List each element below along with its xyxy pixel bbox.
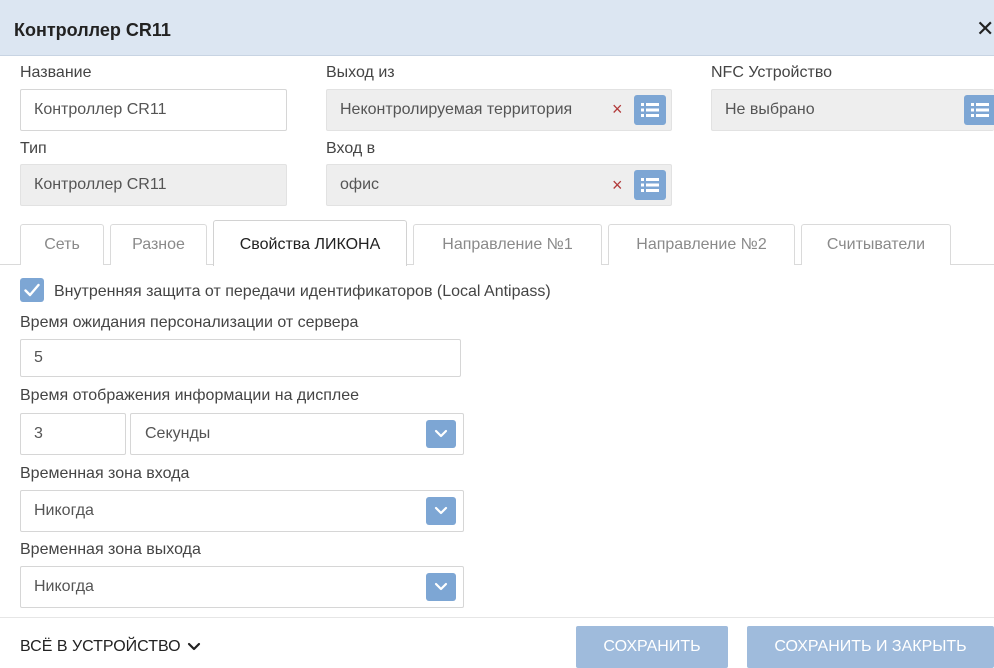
name-label: Название bbox=[20, 64, 92, 81]
tab-network[interactable]: Сеть bbox=[20, 224, 104, 265]
entry-time-zone-label: Временная зона входа bbox=[20, 465, 190, 482]
nfc-field[interactable]: Не выбрано bbox=[711, 89, 994, 131]
tab-misc[interactable]: Разное bbox=[110, 224, 207, 265]
save-and-close-button[interactable]: СОХРАНИТЬ И ЗАКРЫТЬ bbox=[747, 626, 994, 668]
type-field: Контроллер CR11 bbox=[20, 164, 287, 206]
personalization-wait-label: Время ожидания персонализации от сервера bbox=[20, 314, 359, 331]
name-input[interactable]: Контроллер CR11 bbox=[20, 89, 287, 131]
close-icon[interactable]: ✕ bbox=[976, 18, 994, 40]
display-time-unit-select[interactable]: Секунды bbox=[130, 413, 464, 455]
chevron-down-icon[interactable] bbox=[426, 573, 456, 601]
chevron-down-icon[interactable] bbox=[426, 497, 456, 525]
dialog-title: Контроллер CR11 bbox=[14, 20, 171, 40]
type-label: Тип bbox=[20, 140, 47, 157]
tab-readers[interactable]: Считыватели bbox=[801, 224, 951, 265]
display-time-label: Время отображения информации на дисплее bbox=[20, 387, 359, 404]
clear-exit-from-icon[interactable]: × bbox=[612, 100, 623, 118]
exit-time-zone-label: Временная зона выхода bbox=[20, 541, 201, 558]
tab-direction-2[interactable]: Направление №2 bbox=[608, 224, 795, 265]
local-antipass-label: Внутренняя защита от передачи идентифика… bbox=[54, 283, 551, 300]
entry-time-zone-select[interactable]: Никогда bbox=[20, 490, 464, 532]
clear-entry-to-icon[interactable]: × bbox=[612, 176, 623, 194]
chevron-down-icon bbox=[187, 642, 200, 650]
list-icon[interactable] bbox=[964, 95, 994, 125]
nfc-label: NFC Устройство bbox=[711, 64, 833, 81]
tab-direction-1[interactable]: Направление №1 bbox=[413, 224, 602, 265]
footer-divider bbox=[0, 617, 994, 618]
local-antipass-checkbox[interactable] bbox=[20, 278, 44, 302]
exit-from-label: Выход из bbox=[326, 64, 395, 81]
save-button[interactable]: СОХРАНИТЬ bbox=[576, 626, 728, 668]
all-to-device-button[interactable]: ВСЁ В УСТРОЙСТВО bbox=[20, 638, 201, 656]
personalization-wait-input[interactable]: 5 bbox=[20, 339, 461, 377]
display-time-input[interactable]: 3 bbox=[20, 413, 126, 455]
tab-likona-properties[interactable]: Свойства ЛИКОНА bbox=[213, 220, 407, 266]
list-icon[interactable] bbox=[634, 170, 666, 200]
list-icon[interactable] bbox=[634, 95, 666, 125]
entry-to-label: Вход в bbox=[326, 140, 376, 157]
exit-time-zone-select[interactable]: Никогда bbox=[20, 566, 464, 608]
chevron-down-icon[interactable] bbox=[426, 420, 456, 448]
dialog-titlebar: Контроллер CR11 ✕ bbox=[0, 0, 994, 56]
all-to-device-label: ВСЁ В УСТРОЙСТВО bbox=[20, 638, 181, 655]
